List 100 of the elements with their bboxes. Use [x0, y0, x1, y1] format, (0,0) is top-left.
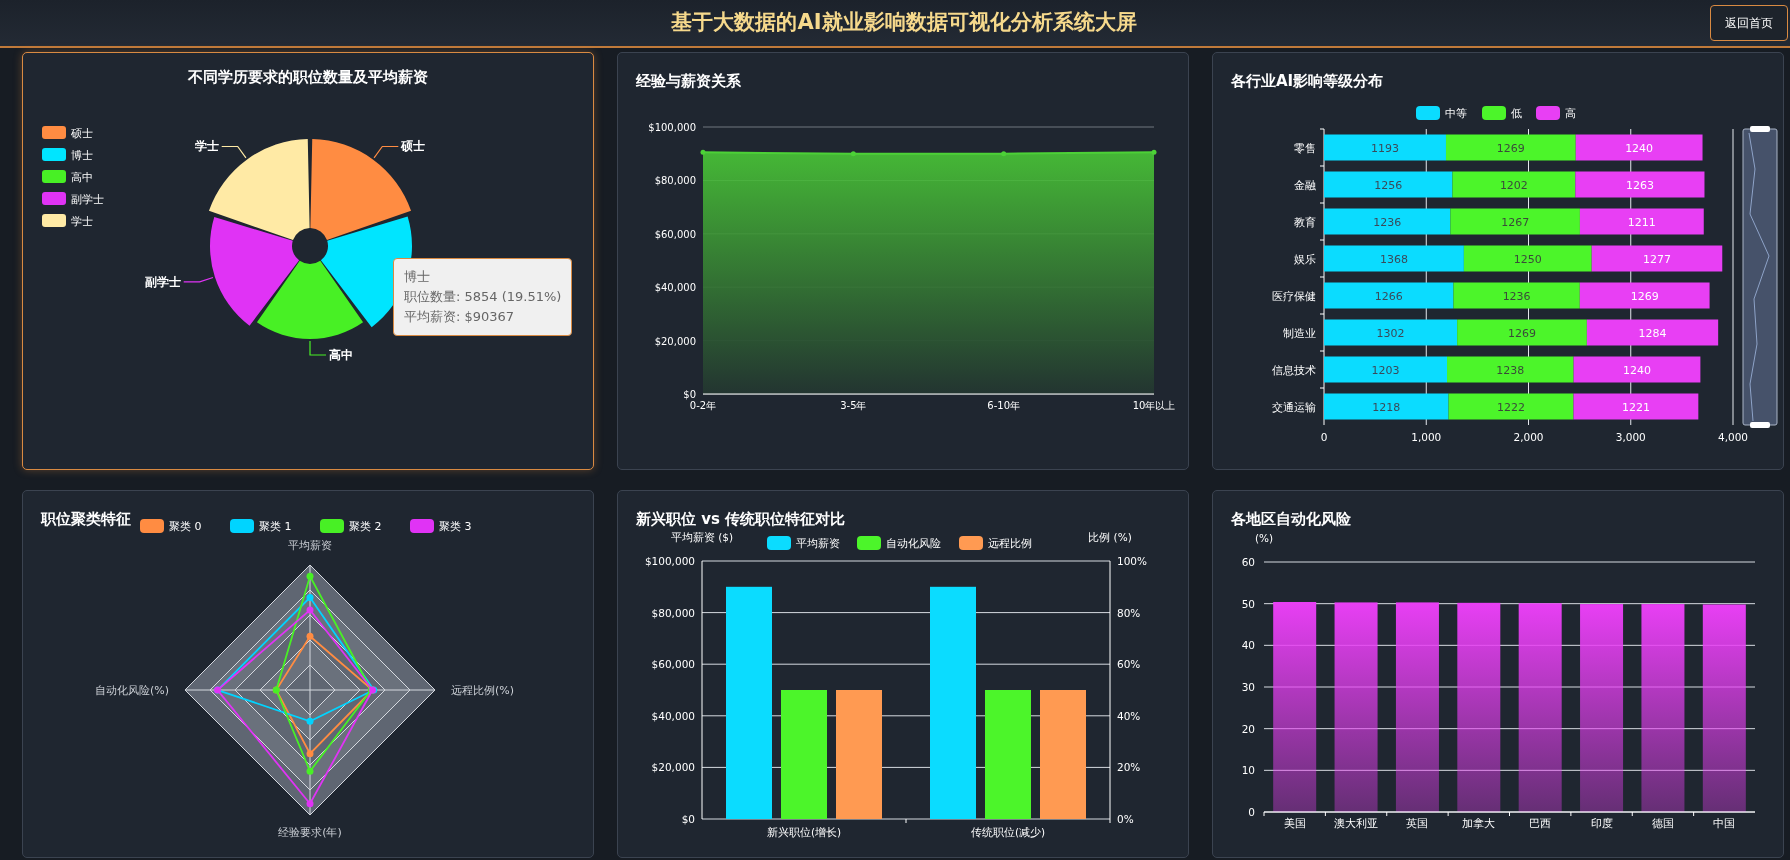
data-label: 1267 — [1501, 215, 1530, 229]
axis-label: 交通运输 — [1272, 400, 1316, 414]
axis-title: (%) — [1254, 532, 1274, 544]
data-label: 1218 — [1372, 400, 1401, 414]
data-label: 1263 — [1625, 178, 1654, 192]
data-label: 1236 — [1502, 289, 1531, 303]
data-label: 1202 — [1499, 178, 1528, 192]
axis-label: 传统职位(减少) — [970, 826, 1046, 838]
axis-label: 信息技术 — [1272, 363, 1316, 377]
tick-label: 30 — [1241, 681, 1255, 693]
tick-label: 1,000 — [1411, 431, 1442, 443]
panel-title: 新兴职位 vs 传统职位特征对比 — [635, 509, 847, 530]
tick-label: 0% — [1117, 813, 1134, 825]
tick-label: 40% — [1117, 709, 1141, 722]
axis-label: 印度 — [1590, 817, 1613, 829]
legend-label: 聚类 1 — [259, 520, 292, 533]
data-label: 1221 — [1621, 400, 1650, 414]
data-label: 1256 — [1374, 178, 1403, 192]
axis-label: 经验要求(年) — [278, 826, 342, 839]
axis-label: 澳大利亚 — [1334, 817, 1379, 829]
axis-label: 远程比例(%) — [451, 684, 515, 697]
tick-label: 100% — [1117, 555, 1148, 567]
data-label: 1240 — [1625, 141, 1654, 155]
data-label: 1269 — [1496, 141, 1525, 155]
legend-label: 博士 — [71, 149, 93, 162]
axis-label: 教育 — [1294, 215, 1316, 229]
panel-title: 不同学历要求的职位数量及平均薪资 — [187, 67, 429, 88]
axis-label: 英国 — [1406, 817, 1429, 829]
panel-title: 职位聚类特征 — [40, 509, 132, 530]
axis-title: 比例 (%) — [1088, 531, 1132, 543]
axis-label: 0-2年 — [689, 400, 717, 411]
data-label: 1284 — [1638, 326, 1667, 340]
axis-label: 巴西 — [1529, 817, 1552, 829]
axis-label: 10年以上 — [1132, 400, 1176, 411]
tick-label: $80,000 — [654, 175, 696, 187]
tooltip-title: 博士 — [404, 268, 431, 286]
data-label: 1277 — [1643, 252, 1671, 266]
axis-label: 自动化风险(%) — [94, 684, 169, 697]
tick-label: 20 — [1241, 722, 1255, 735]
tick-label: 20% — [1117, 761, 1141, 774]
tick-label: 40 — [1241, 639, 1255, 652]
tick-label: 50 — [1241, 597, 1255, 610]
axis-label: 中国 — [1713, 817, 1736, 829]
legend-label: 聚类 0 — [169, 520, 202, 533]
tick-label: $40,000 — [654, 282, 696, 294]
tick-label: $100,000 — [648, 122, 696, 133]
axis-label: 6-10年 — [987, 400, 1020, 411]
legend-label: 自动化风险 — [886, 537, 941, 550]
legend-label: 中等 — [1445, 107, 1467, 120]
legend-label: 远程比例 — [988, 537, 1032, 550]
data-label: 1203 — [1371, 363, 1400, 377]
legend-label: 硕士 — [71, 127, 93, 140]
data-label: 1368 — [1379, 252, 1408, 266]
axis-label: 新兴职位(增长) — [766, 826, 842, 838]
legend-label: 低 — [1511, 107, 1522, 120]
panel-title: 经验与薪资关系 — [635, 71, 742, 92]
panel-title: 各地区自动化风险 — [1230, 509, 1352, 530]
tick-label: 10 — [1241, 764, 1255, 777]
tick-label: 4,000 — [1717, 431, 1749, 443]
legend-label: 学士 — [71, 215, 93, 228]
data-label: 1302 — [1376, 326, 1405, 340]
axis-label: 平均薪资 — [288, 539, 332, 552]
tick-label: $20,000 — [651, 761, 695, 774]
tick-label: $40,000 — [651, 709, 695, 722]
legend-label: 聚类 3 — [439, 520, 472, 533]
tooltip-text: 职位数量: 5854 (19.51%) — [404, 288, 562, 306]
legend-label: 高 — [1565, 107, 1576, 120]
tick-label: $60,000 — [654, 228, 696, 240]
legend-label: 高中 — [71, 171, 93, 184]
tick-label: $0 — [681, 813, 695, 825]
axis-label: 制造业 — [1283, 326, 1316, 340]
tick-label: 60 — [1241, 556, 1255, 568]
axis-label: 3-5年 — [840, 400, 867, 411]
axis-label: 美国 — [1283, 817, 1306, 829]
axis-label: 娱乐 — [1294, 252, 1316, 266]
axis-label: 加拿大 — [1462, 817, 1496, 829]
slice-label: 高中 — [329, 348, 353, 362]
tick-label: 0 — [1320, 431, 1328, 443]
tick-label: $100,000 — [644, 555, 695, 567]
legend-label: 副学士 — [71, 193, 104, 206]
axis-label: 零售 — [1294, 141, 1316, 155]
tick-label: 2,000 — [1513, 431, 1544, 443]
tick-label: 80% — [1117, 606, 1141, 619]
axis-title: 平均薪资 ($) — [670, 531, 734, 543]
axis-label: 金融 — [1294, 178, 1316, 192]
tick-label: $0 — [683, 389, 696, 400]
slice-label: 副学士 — [144, 274, 181, 289]
data-label: 1269 — [1630, 289, 1659, 303]
legend-label: 聚类 2 — [349, 520, 382, 533]
data-label: 1222 — [1497, 400, 1525, 414]
data-label: 1238 — [1496, 363, 1525, 377]
data-label: 1193 — [1371, 141, 1399, 155]
data-label: 1236 — [1373, 215, 1402, 229]
tick-label: 60% — [1117, 658, 1141, 671]
data-label: 1211 — [1627, 215, 1656, 229]
tick-label: 3,000 — [1615, 431, 1646, 443]
axis-label: 医疗保健 — [1272, 289, 1316, 303]
slice-label: 硕士 — [401, 139, 426, 154]
axis-label: 德国 — [1651, 817, 1674, 829]
tick-label: $80,000 — [651, 606, 695, 619]
